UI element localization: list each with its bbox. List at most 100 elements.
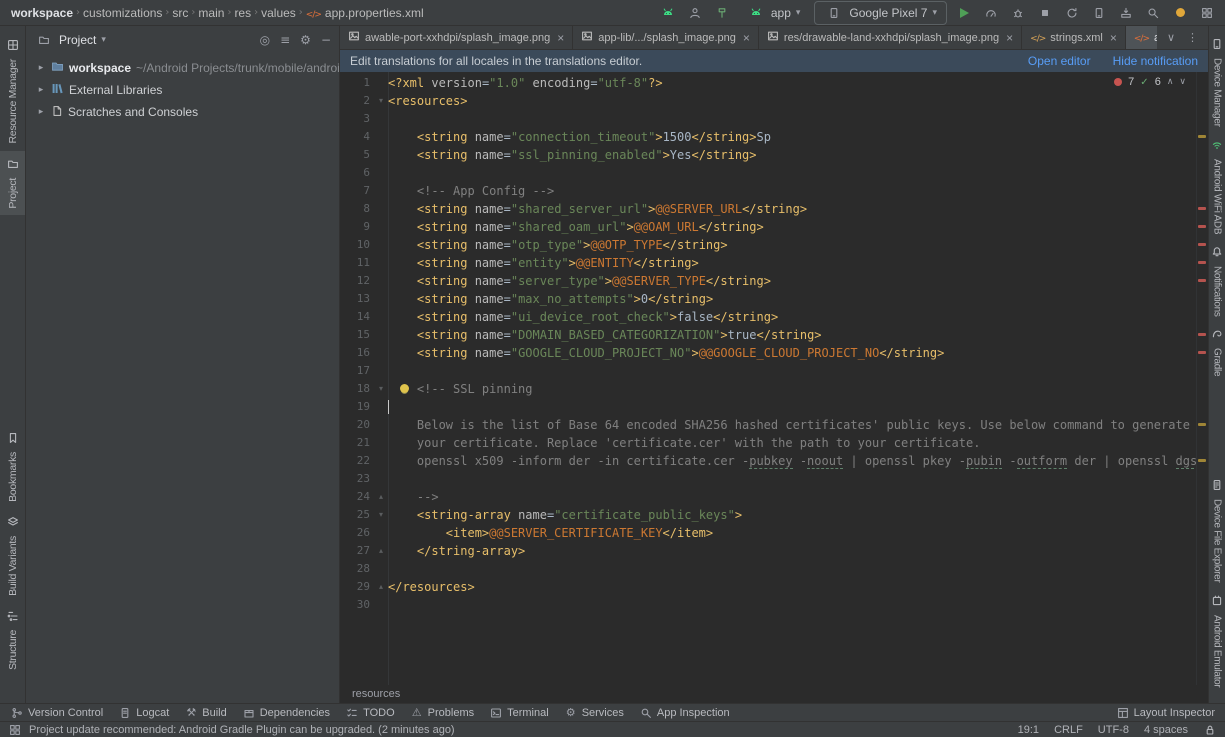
warning-stripe-mark[interactable] (1198, 459, 1206, 462)
breadcrumb-item-values[interactable]: values (258, 6, 299, 20)
tool-window-button-android-emulator[interactable]: Android Emulator (1209, 589, 1225, 693)
editor-tab-res-drawable-land-xxhdpi-splash-image-pn[interactable]: res/drawable-land-xxhdpi/splash_image.pn… (759, 26, 1022, 49)
warning-stripe-mark[interactable] (1198, 135, 1206, 138)
build-hammer-icon[interactable] (712, 3, 732, 23)
code-line[interactable]: 21 your certificate. Replace 'certificat… (340, 434, 1196, 452)
code-line[interactable]: 13 <string name="max_no_attempts">0</str… (340, 290, 1196, 308)
error-stripe-scrollbar[interactable] (1196, 72, 1208, 685)
tab-options-kebab-icon[interactable]: ⋮ (1187, 31, 1198, 44)
run-configuration-select[interactable]: app ▾ (739, 2, 808, 24)
tree-item-external-libraries[interactable]: ▸External Libraries (26, 79, 339, 101)
tool-window-button-android-wifi-adb[interactable]: Android WiFi ADB (1209, 133, 1225, 240)
stop-icon[interactable] (1035, 3, 1055, 23)
code-line[interactable]: 19 (340, 398, 1196, 416)
breadcrumb-item-customizations[interactable]: customizations (80, 6, 165, 20)
tool-window-bar-item-dependencies[interactable]: Dependencies (242, 706, 330, 720)
tool-window-button-bookmarks[interactable]: Bookmarks (0, 425, 25, 509)
tool-window-button-structure[interactable]: Structure (0, 603, 25, 677)
code-line[interactable]: 30 (340, 596, 1196, 614)
search-everywhere-icon[interactable] (1143, 3, 1163, 23)
code-line[interactable]: 8 <string name="shared_server_url">@@SER… (340, 200, 1196, 218)
chevron-right-icon[interactable]: ▸ (36, 107, 46, 117)
chevron-right-icon[interactable]: ▸ (36, 63, 46, 73)
tool-window-button-build-variants[interactable]: Build Variants (0, 509, 25, 603)
code-line[interactable]: 22 openssl x509 -inform der -in certific… (340, 452, 1196, 470)
chevron-right-icon[interactable]: ▸ (36, 85, 46, 95)
indent-style[interactable]: 4 spaces (1144, 724, 1188, 736)
code-line[interactable]: 10 <string name="otp_type">@@OTP_TYPE</s… (340, 236, 1196, 254)
error-stripe-mark[interactable] (1198, 207, 1206, 210)
warning-stripe-mark[interactable] (1198, 423, 1206, 426)
device-manager-icon[interactable] (1089, 3, 1109, 23)
code-line[interactable]: 18▾ <!-- SSL pinning (340, 380, 1196, 398)
tool-window-button-resource-manager[interactable]: Resource Manager (0, 32, 25, 151)
close-tab-icon[interactable]: × (1110, 31, 1117, 45)
tree-item-workspace[interactable]: ▸workspace ~/Android Projects/trunk/mobi… (26, 57, 339, 79)
editor-tab-strings-xml[interactable]: </>strings.xml× (1022, 26, 1126, 49)
tool-window-button-device-manager[interactable]: Device Manager (1209, 32, 1225, 133)
run-button[interactable] (954, 3, 974, 23)
readonly-lock-icon[interactable] (1203, 723, 1217, 737)
code-line[interactable]: 16 <string name="GOOGLE_CLOUD_PROJECT_NO… (340, 344, 1196, 362)
fold-marker-icon[interactable]: ▾ (374, 92, 388, 110)
code-line[interactable]: 6 (340, 164, 1196, 182)
code-line[interactable]: 12 <string name="server_type">@@SERVER_T… (340, 272, 1196, 290)
code-line[interactable]: 27▴ </string-array> (340, 542, 1196, 560)
tool-window-bar-item-app-inspection[interactable]: App Inspection (639, 706, 730, 720)
fold-marker-icon[interactable]: ▴ (374, 488, 388, 506)
close-tab-icon[interactable]: × (743, 31, 750, 45)
fold-marker-icon[interactable]: ▴ (374, 578, 388, 596)
fold-marker-icon[interactable]: ▾ (374, 506, 388, 524)
tool-window-button-device-file-explorer[interactable]: Device File Explorer (1209, 473, 1225, 588)
tool-window-bar-item-version-control[interactable]: Version Control (10, 706, 103, 720)
editor-tab-app-lib-splash-image-png[interactable]: app-lib/.../splash_image.png× (573, 26, 759, 49)
editor-breadcrumb[interactable]: resources (340, 685, 1208, 703)
tool-window-bar-item-logcat[interactable]: Logcat (118, 706, 169, 720)
code-line[interactable]: 24▴ --> (340, 488, 1196, 506)
code-line[interactable]: 17 (340, 362, 1196, 380)
editor-tab-app-properties-xml[interactable]: </>app.properties.xml× (1126, 26, 1157, 49)
code-line[interactable]: 9 <string name="shared_oam_url">@@OAM_UR… (340, 218, 1196, 236)
code-line[interactable]: 29▴</resources> (340, 578, 1196, 596)
tool-window-bar-item-services[interactable]: ⚙Services (564, 706, 624, 720)
code-line[interactable]: 26 <item>@@SERVER_CERTIFICATE_KEY</item> (340, 524, 1196, 542)
debug-icon[interactable] (1008, 3, 1028, 23)
breadcrumb-item-workspace[interactable]: workspace (8, 6, 76, 20)
code-line[interactable]: 2▾<resources> (340, 92, 1196, 110)
status-message[interactable]: Project update recommended: Android Grad… (29, 724, 455, 736)
tool-window-button-notifications[interactable]: Notifications (1209, 240, 1225, 323)
code-line[interactable]: 7 <!-- App Config --> (340, 182, 1196, 200)
fold-marker-icon[interactable]: ▴ (374, 542, 388, 560)
inspection-widget[interactable]: 7 ✓ 6 ∧ ∨ (1110, 75, 1190, 89)
line-separator[interactable]: CRLF (1054, 724, 1083, 736)
code-line[interactable]: 11 <string name="entity">@@ENTITY</strin… (340, 254, 1196, 272)
code-line[interactable]: 3 (340, 110, 1196, 128)
user-profile-icon[interactable] (685, 3, 705, 23)
tool-window-button-project[interactable]: Project (0, 151, 25, 216)
collapse-all-icon[interactable]: ≡ (280, 33, 290, 47)
tool-window-bar-item-build[interactable]: ⚒Build (184, 706, 226, 720)
error-stripe-mark[interactable] (1198, 333, 1206, 336)
tool-window-bar-item-layout-inspector[interactable]: Layout Inspector (1116, 706, 1215, 720)
error-stripe-mark[interactable] (1198, 225, 1206, 228)
code-line[interactable]: 1<?xml version="1.0" encoding="utf-8"?> (340, 74, 1196, 92)
tool-window-bar-item-problems[interactable]: ⚠Problems (410, 706, 474, 720)
breadcrumb-item-res[interactable]: res (231, 6, 254, 20)
code-line[interactable]: 14 <string name="ui_device_root_check">f… (340, 308, 1196, 326)
breadcrumb-item-main[interactable]: main (195, 6, 227, 20)
breadcrumb-item-src[interactable]: src (169, 6, 191, 20)
chevron-down-icon[interactable]: ▾ (101, 35, 106, 45)
locate-file-icon[interactable]: ◎ (260, 33, 270, 47)
next-issue-icon[interactable]: ∨ (1179, 77, 1186, 87)
code-editor[interactable]: 1<?xml version="1.0" encoding="utf-8"?>2… (340, 72, 1208, 685)
quick-access-icon[interactable] (8, 723, 22, 737)
hide-notification-link[interactable]: Hide notification (1113, 54, 1198, 68)
tool-window-bar-item-terminal[interactable]: Terminal (489, 706, 549, 720)
error-stripe-mark[interactable] (1198, 243, 1206, 246)
device-select[interactable]: Google Pixel 7 ▾ (814, 1, 947, 25)
editor-tab-awable-port-xxhdpi-splash-image-png[interactable]: awable-port-xxhdpi/splash_image.png× (340, 26, 573, 49)
code-line[interactable]: 15 <string name="DOMAIN_BASED_CATEGORIZA… (340, 326, 1196, 344)
panel-settings-icon[interactable]: ⚙ (300, 33, 311, 47)
tool-window-bar-item-todo[interactable]: TODO (345, 706, 395, 720)
code-line[interactable]: 20 Below is the list of Base 64 encoded … (340, 416, 1196, 434)
